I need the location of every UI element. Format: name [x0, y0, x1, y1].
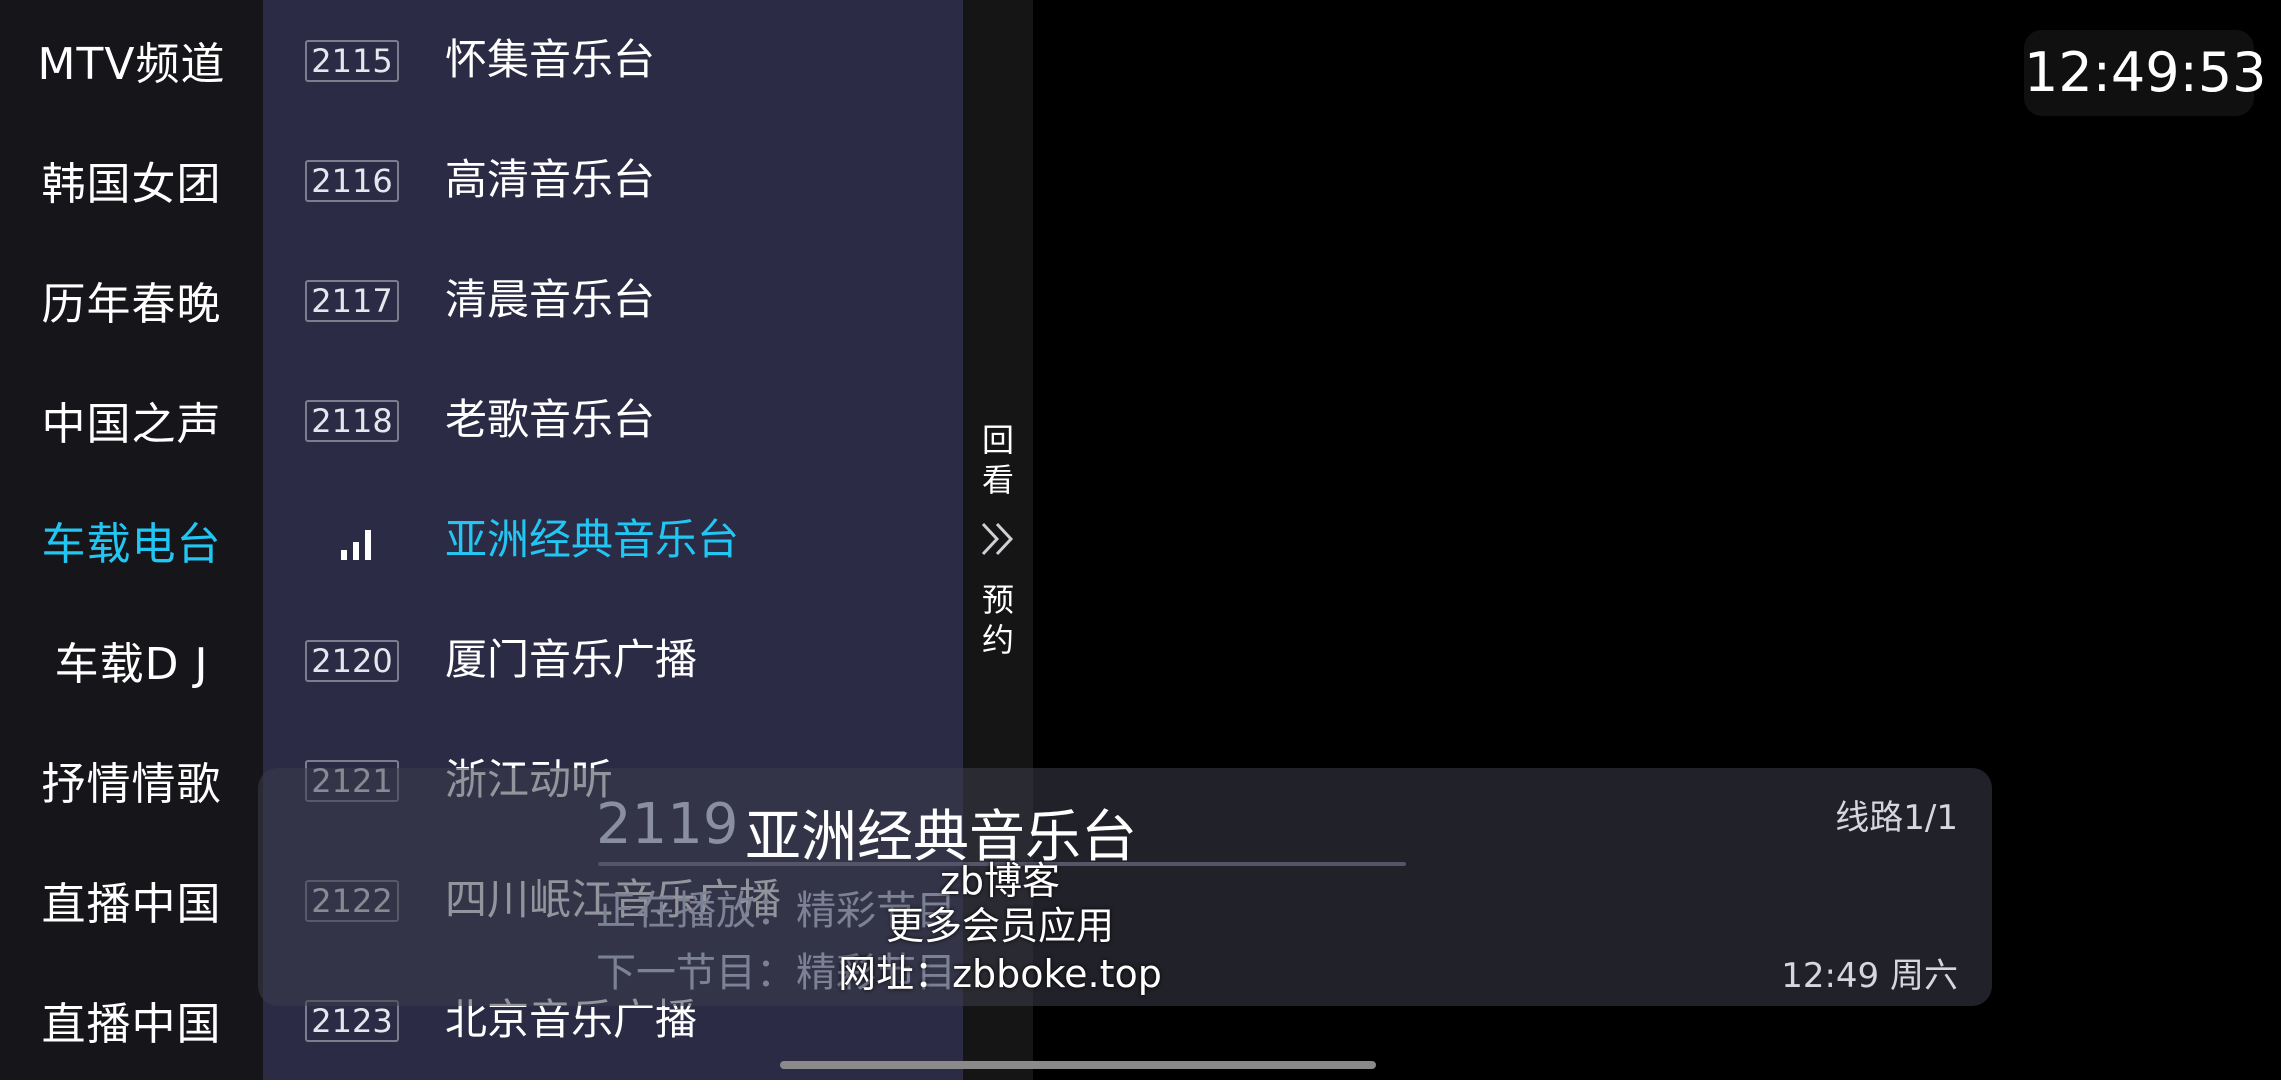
channel-number: 2117 [305, 280, 399, 322]
category-item[interactable]: 抒情情歌 [0, 720, 263, 840]
channel-number: 2118 [305, 400, 399, 442]
watermark-line-2: 更多会员应用 [885, 904, 1114, 948]
category-item[interactable]: MTV频道 [0, 0, 263, 120]
channel-name: 怀集音乐台 [445, 35, 656, 84]
replay-label[interactable]: 回 看 [963, 420, 1033, 500]
channel-name: 高清音乐台 [445, 155, 656, 204]
category-item[interactable]: 韩国女团 [0, 120, 263, 240]
channel-name: 老歌音乐台 [445, 395, 656, 444]
double-chevron-right-icon[interactable] [977, 518, 1019, 560]
playing-bars-icon [341, 530, 371, 560]
channel-item[interactable]: 2118 老歌音乐台 [263, 360, 963, 480]
category-item[interactable]: 直播中国 [0, 840, 263, 960]
category-item[interactable]: 车载D J [0, 600, 263, 720]
category-item[interactable]: 直播中国 [0, 960, 263, 1080]
reserve-label[interactable]: 预 约 [963, 580, 1033, 660]
channel-number: 2116 [305, 160, 399, 202]
category-list: MTV频道 韩国女团 历年春晚 中国之声 车载电台 车载D J 抒情情歌 直播中国 直播中国 [0, 0, 263, 1080]
channel-number: 2115 [305, 40, 399, 82]
watermark-line-3: 网址：zbboke.top [838, 952, 1162, 996]
channel-item[interactable]: 2116 高清音乐台 [263, 120, 963, 240]
channel-item[interactable]: 2115 怀集音乐台 [263, 0, 963, 120]
channel-number: 2120 [305, 640, 399, 682]
clock: 12:49:53 [2024, 30, 2267, 116]
channel-name: 厦门音乐广播 [445, 635, 698, 684]
channel-item[interactable]: 亚洲经典音乐台 [263, 480, 963, 600]
category-item[interactable]: 中国之声 [0, 360, 263, 480]
category-item[interactable]: 车载电台 [0, 480, 263, 600]
channel-number: 2123 [305, 1000, 399, 1042]
channel-item[interactable]: 2120 厦门音乐广播 [263, 600, 963, 720]
channel-name: 清晨音乐台 [445, 275, 656, 324]
route-indicator[interactable]: 线路1/1 [1835, 790, 1958, 839]
home-indicator[interactable] [780, 1061, 1376, 1069]
info-channel-number: 2119 [596, 792, 739, 857]
category-item[interactable]: 历年春晚 [0, 240, 263, 360]
channel-item[interactable]: 2117 清晨音乐台 [263, 240, 963, 360]
info-time: 12:49 周六 [1781, 956, 1958, 996]
channel-name: 亚洲经典音乐台 [445, 515, 740, 564]
